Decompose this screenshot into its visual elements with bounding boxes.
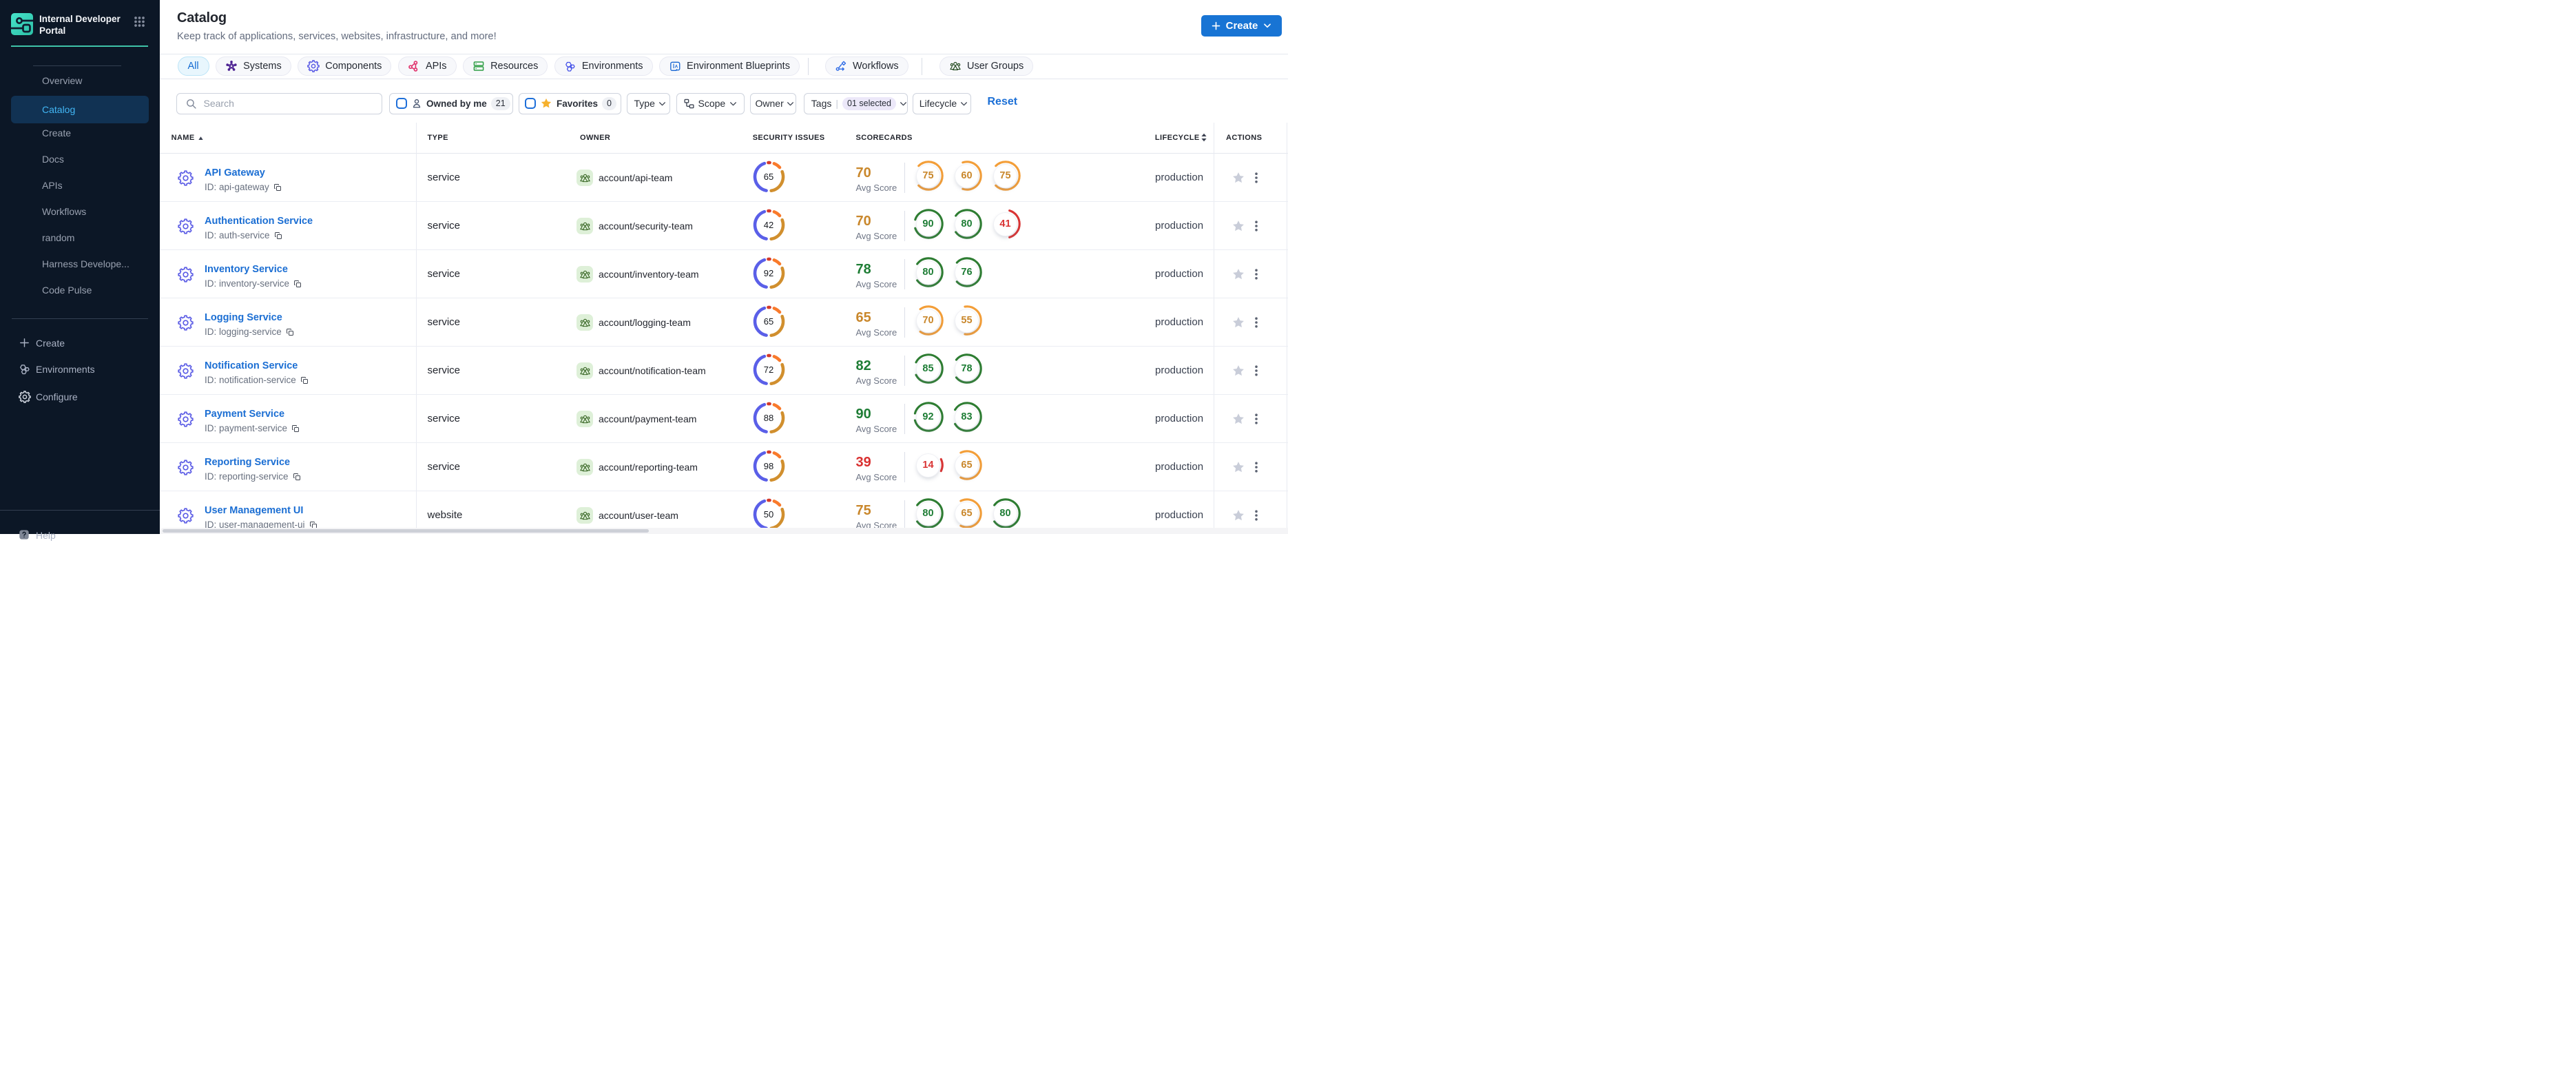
svg-text:A: A <box>675 64 678 69</box>
